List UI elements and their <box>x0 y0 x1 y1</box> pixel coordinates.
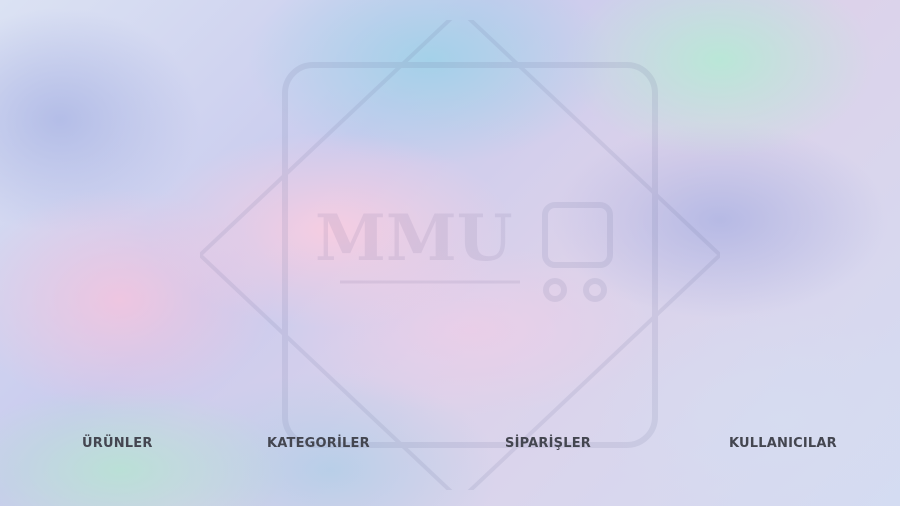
nav-item-kullanicilar[interactable]: KULLANICILAR <box>729 432 837 456</box>
watermark-text: MMU <box>315 201 513 276</box>
nav-item-kategoriler[interactable]: KATEGORİLER <box>267 432 370 456</box>
bottom-navigation: ÜRÜNLER KATEGORİLER SİPARİŞLER KULLANICI… <box>0 432 900 456</box>
nav-item-siparisler[interactable]: SİPARİŞLER <box>505 432 591 456</box>
mmu-logo-watermark: MMU <box>200 20 720 490</box>
nav-item-urunler[interactable]: ÜRÜNLER <box>82 432 153 456</box>
